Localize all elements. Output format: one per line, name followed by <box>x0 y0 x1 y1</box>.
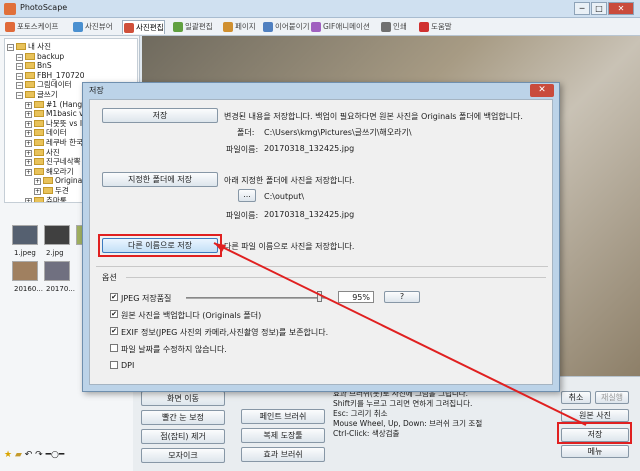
annotation-arrow <box>213 242 587 426</box>
arrow-line <box>213 242 587 426</box>
arrowhead <box>214 243 226 252</box>
